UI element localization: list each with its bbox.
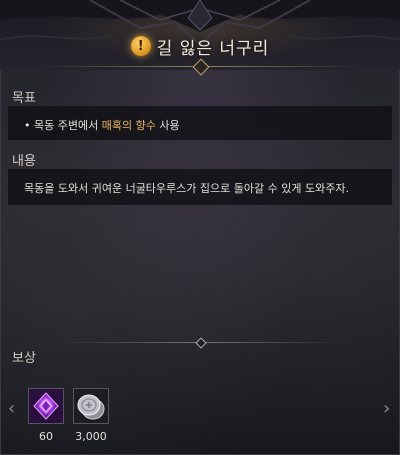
goal-label: 목표 bbox=[12, 91, 36, 106]
goal-text-before: 목동 주변에서 bbox=[34, 119, 99, 132]
reward-label: 보상 bbox=[12, 351, 36, 366]
reward-count-crystal: 60 bbox=[39, 430, 53, 443]
goal-text-after: 사용 bbox=[159, 119, 180, 132]
goal-item-name[interactable]: 매혹의 향수 bbox=[102, 119, 156, 132]
goal-objective: • 목동 주변에서 매혹의 향수 사용 bbox=[24, 117, 180, 133]
reward-item-crystal[interactable] bbox=[28, 388, 64, 424]
description-label: 내용 bbox=[12, 154, 36, 169]
purple-crystal-icon bbox=[29, 389, 63, 423]
reward-next-arrow[interactable]: › bbox=[383, 398, 390, 419]
reward-item-coin[interactable] bbox=[73, 388, 109, 424]
quest-exclamation-icon: ! bbox=[130, 36, 151, 56]
bullet: • bbox=[24, 119, 31, 132]
reward-prev-arrow[interactable]: ‹ bbox=[8, 398, 15, 419]
description-text: 목동을 도와서 귀여운 너굴타우루스가 집으로 돌아갈 수 있게 도와주자. bbox=[24, 182, 349, 195]
quest-title-row: ! 길 잃은 너구리 bbox=[0, 30, 400, 62]
quest-title: 길 잃은 너구리 bbox=[156, 38, 270, 59]
reward-count-coin: 3,000 bbox=[75, 430, 107, 443]
silver-coin-icon bbox=[74, 389, 108, 423]
